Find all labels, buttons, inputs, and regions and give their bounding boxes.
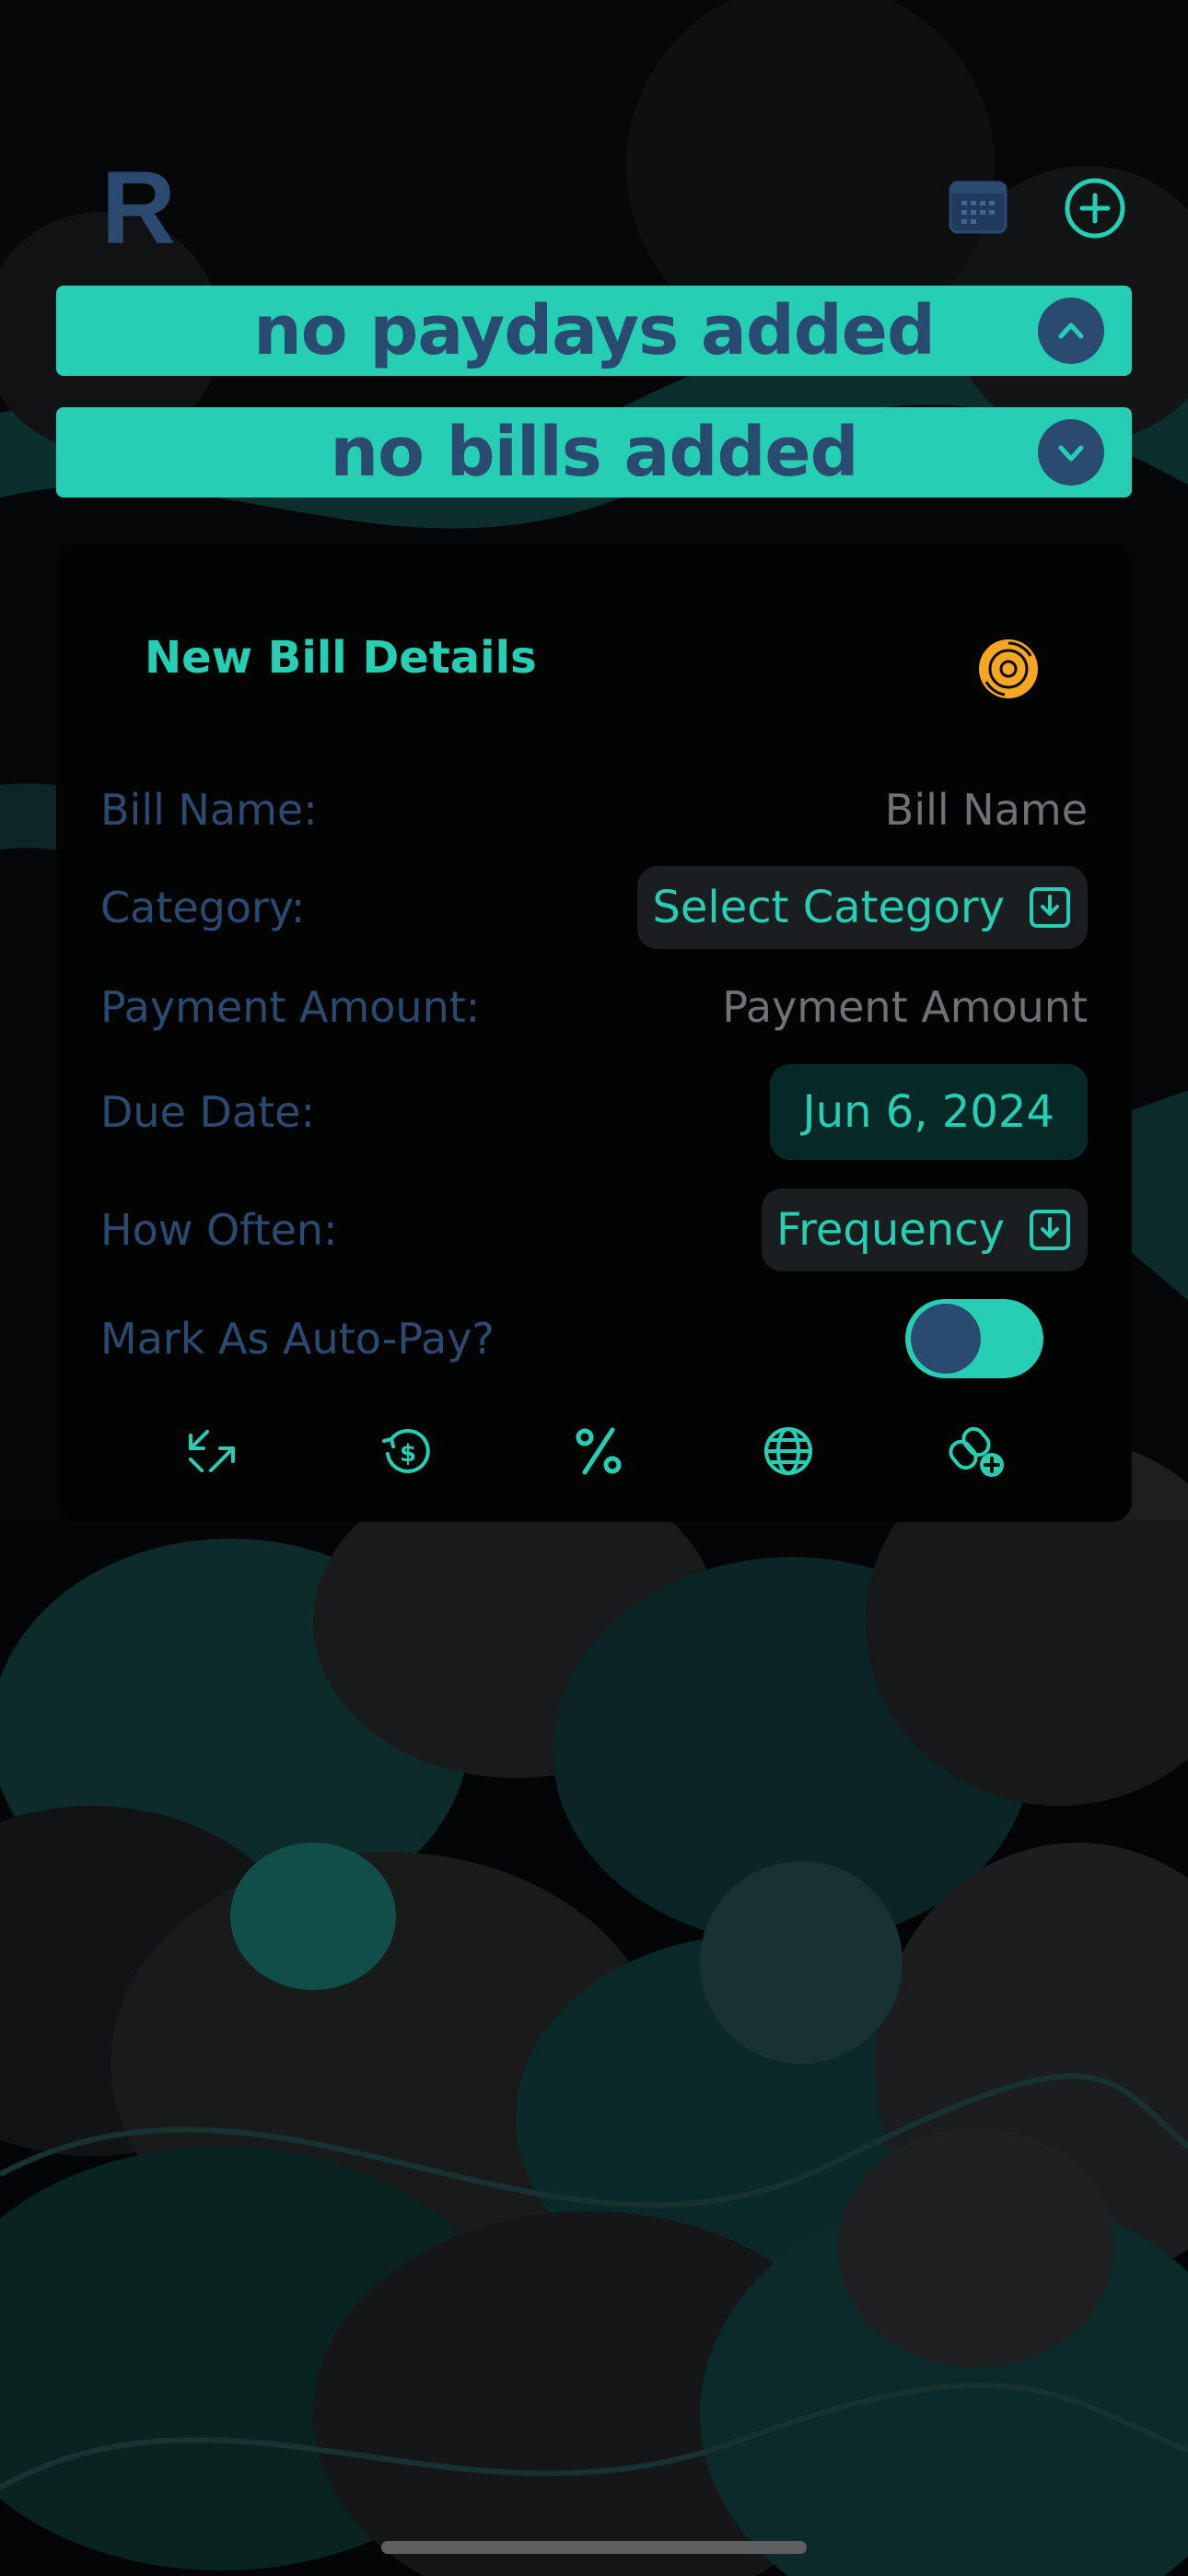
link-add-button[interactable] <box>946 1419 1010 1483</box>
payment-amount-label: Payment Amount: <box>100 982 481 1032</box>
dropdown-box-icon <box>1029 1209 1071 1251</box>
auto-pay-toggle[interactable] <box>905 1299 1043 1378</box>
category-select-text: Select Category <box>652 882 1005 933</box>
due-date-row: Due Date: Jun 6, 2024 <box>100 1063 1088 1161</box>
bill-name-input[interactable]: Bill Name <box>885 785 1088 835</box>
card-title: New Bill Details <box>145 632 537 684</box>
due-date-picker[interactable]: Jun 6, 2024 <box>769 1064 1088 1160</box>
bills-toggle-button[interactable] <box>1038 419 1104 486</box>
how-often-label: How Often: <box>100 1205 338 1255</box>
due-date-label: Due Date: <box>100 1087 315 1137</box>
paydays-banner[interactable]: no paydays added <box>56 286 1132 376</box>
app-logo: R <box>101 150 176 265</box>
bill-toolbar: $ <box>56 1419 1132 1493</box>
bill-name-row: Bill Name: Bill Name <box>100 778 1088 842</box>
disc-icon <box>979 639 1038 698</box>
dollar-refresh-button[interactable]: $ <box>375 1419 439 1483</box>
category-row: Category: Select Category <box>100 864 1088 951</box>
new-bill-card: New Bill Details Bill Name: Bill Name Ca… <box>56 544 1132 1522</box>
payment-amount-input[interactable]: Payment Amount <box>722 982 1088 1032</box>
calendar-grid-icon <box>949 181 1007 234</box>
category-select[interactable]: Select Category <box>637 866 1088 949</box>
globe-icon <box>764 1427 812 1475</box>
calendar-button[interactable] <box>949 179 1007 236</box>
home-indicator[interactable] <box>381 2541 807 2554</box>
auto-pay-label: Mark As Auto-Pay? <box>100 1314 495 1364</box>
bills-banner[interactable]: no bills added <box>56 407 1132 498</box>
paydays-toggle-button[interactable] <box>1038 298 1104 364</box>
link-add-icon <box>949 1426 1004 1477</box>
chevron-down-icon <box>1058 445 1084 462</box>
auto-pay-row: Mark As Auto-Pay? <box>100 1297 1088 1380</box>
payment-amount-row: Payment Amount: Payment Amount <box>100 975 1088 1039</box>
how-often-row: How Often: Frequency <box>100 1187 1088 1273</box>
plus-circle-icon <box>1065 178 1125 239</box>
dropdown-box-icon <box>1029 886 1071 929</box>
svg-text:$: $ <box>400 1440 416 1468</box>
add-button[interactable] <box>1064 177 1126 240</box>
expand-button[interactable] <box>180 1419 244 1483</box>
paydays-banner-text: no paydays added <box>253 291 936 370</box>
frequency-select[interactable]: Frequency <box>762 1188 1088 1271</box>
percent-button[interactable] <box>566 1419 631 1483</box>
dollar-refresh-icon: $ <box>382 1429 430 1473</box>
disc-button[interactable] <box>977 638 1040 700</box>
category-label: Category: <box>100 883 306 932</box>
bill-name-label: Bill Name: <box>100 785 318 835</box>
chevron-up-icon <box>1058 322 1084 339</box>
bills-banner-text: no bills added <box>330 413 858 492</box>
globe-button[interactable] <box>756 1419 821 1483</box>
percent-icon <box>576 1427 622 1475</box>
frequency-select-text: Frequency <box>776 1204 1005 1256</box>
auto-pay-toggle-knob <box>911 1304 981 1374</box>
expand-arrows-icon <box>189 1430 235 1472</box>
due-date-value: Jun 6, 2024 <box>802 1086 1054 1138</box>
